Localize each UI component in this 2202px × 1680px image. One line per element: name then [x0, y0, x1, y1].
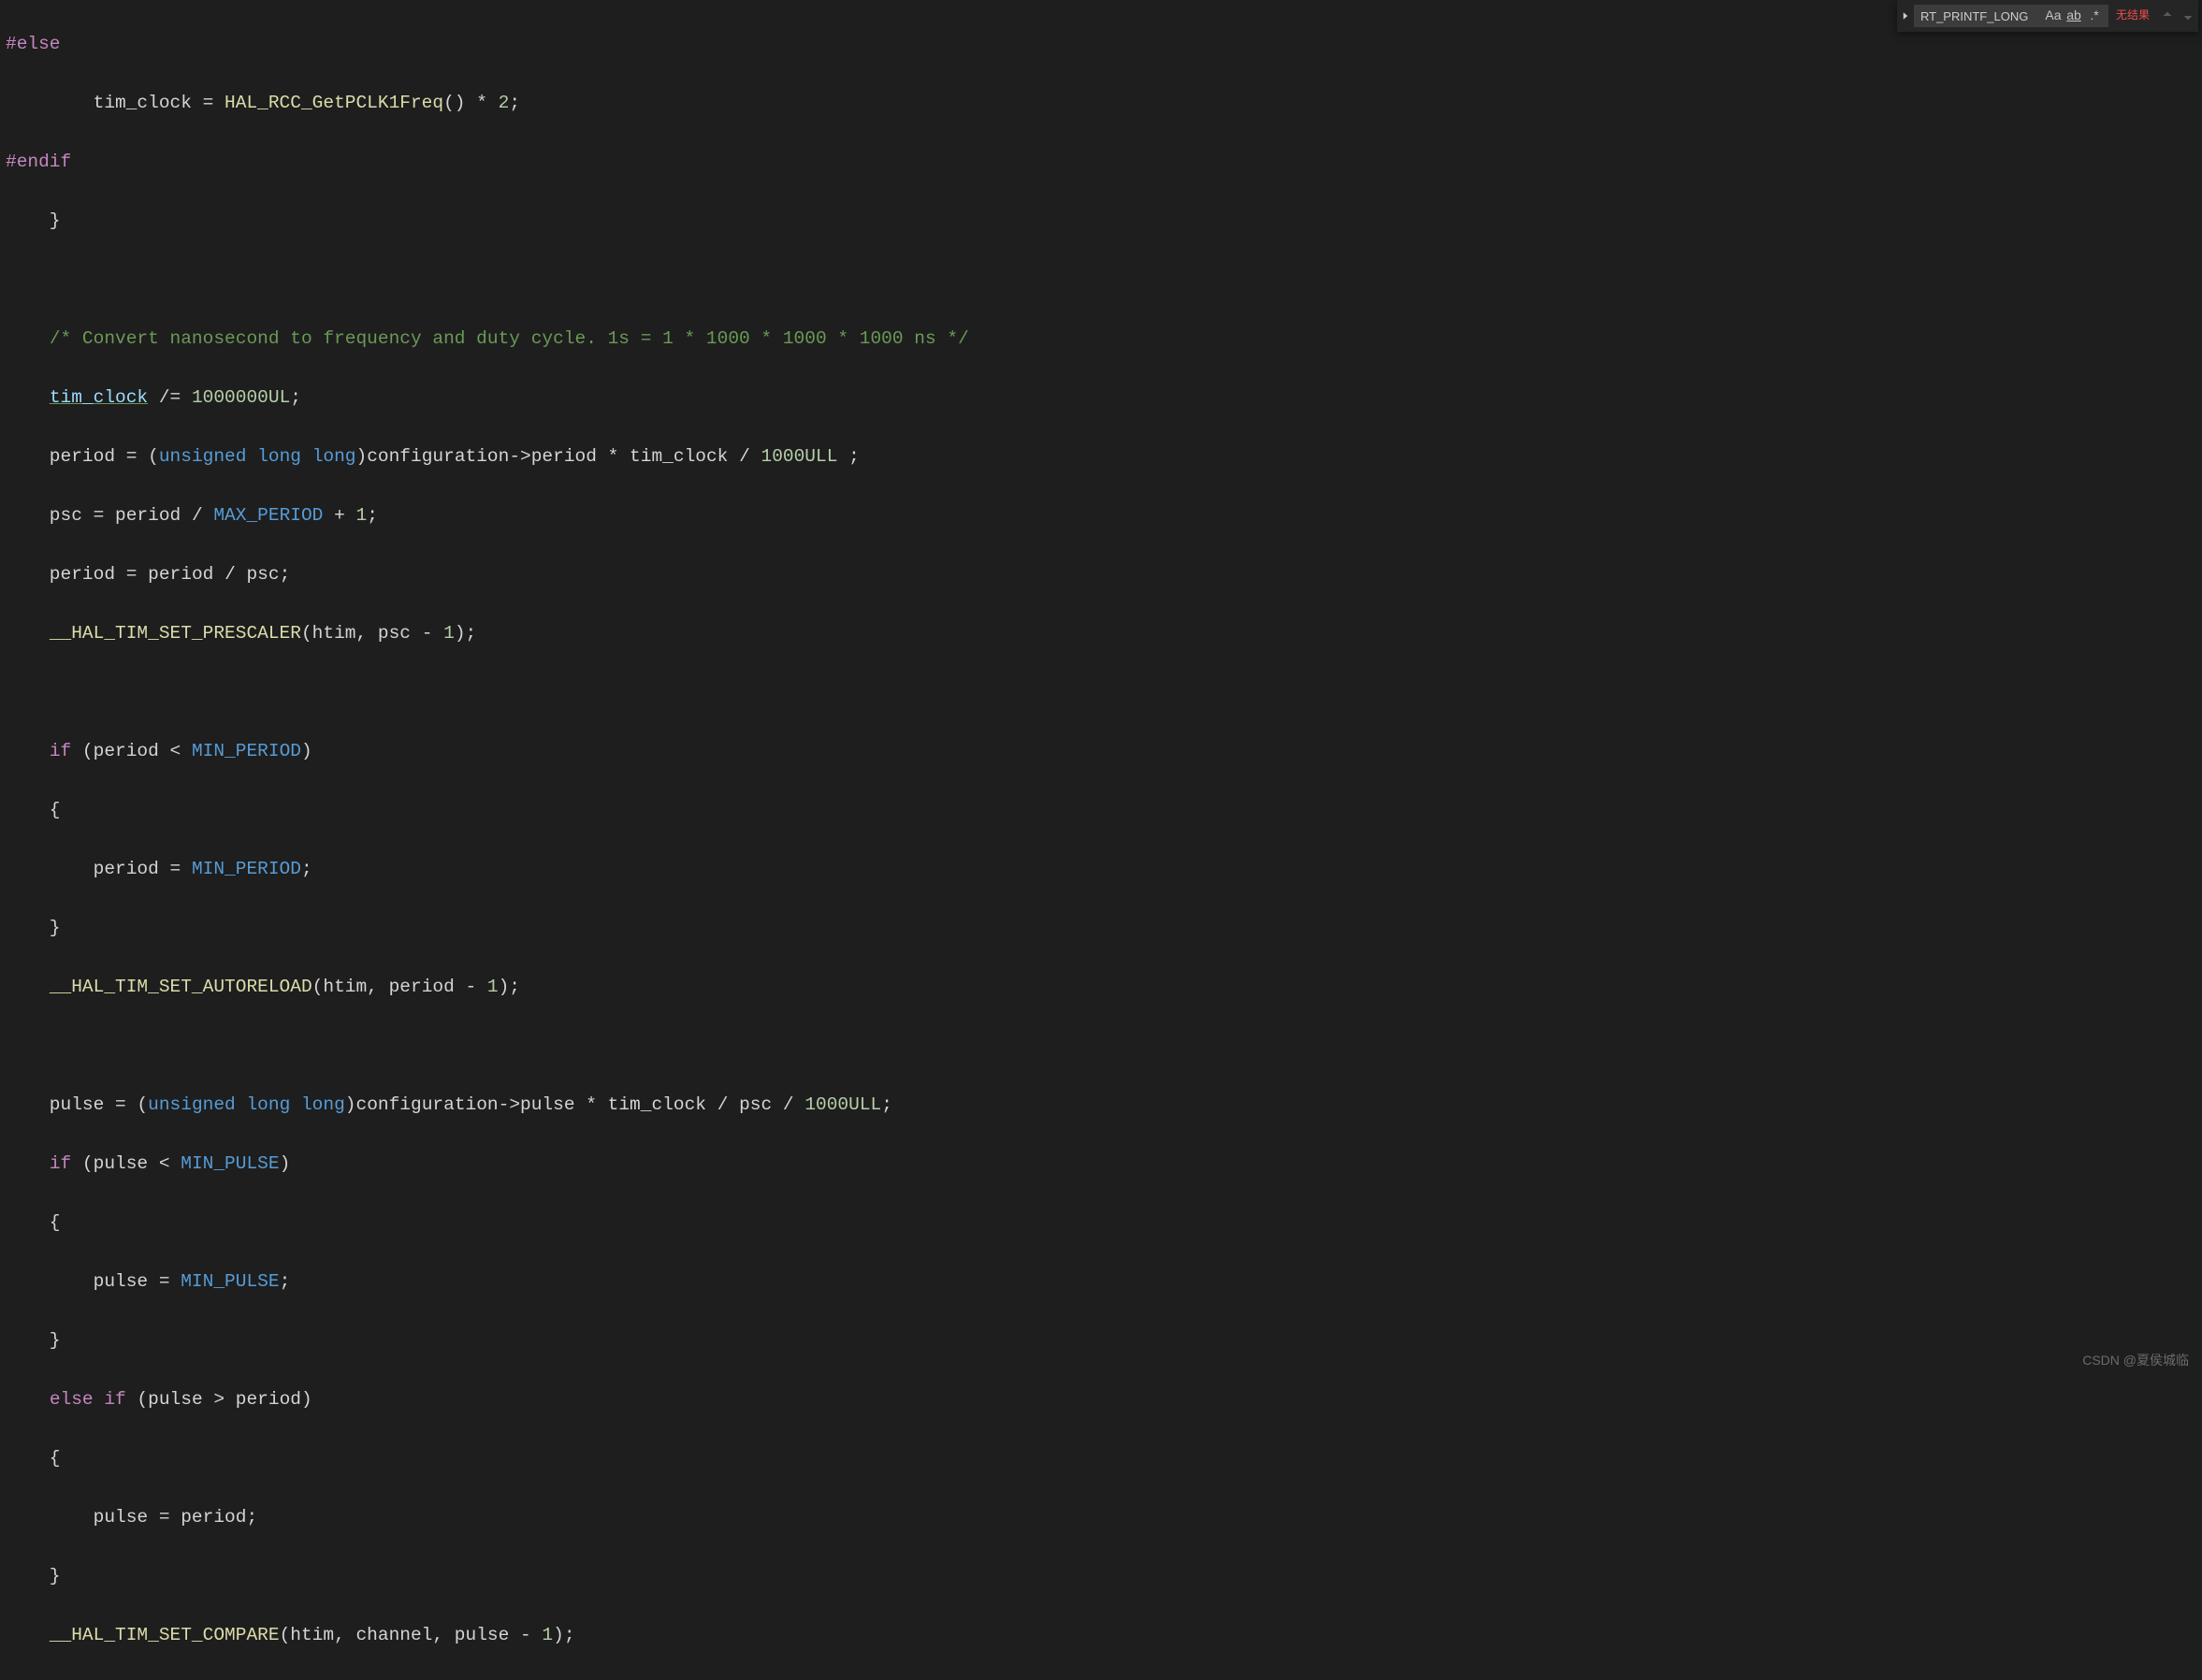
- watermark: CSDN @夏侯城临: [2082, 1346, 2189, 1376]
- token-macro: MAX_PERIOD: [213, 505, 323, 526]
- code-line: __HAL_TIM_SET_PRESCALER(htim, psc - 1);: [6, 619, 2202, 649]
- token-macro: MIN_PERIOD: [192, 859, 301, 879]
- code-line: if (pulse < MIN_PULSE): [6, 1150, 2202, 1180]
- code-line: period = MIN_PERIOD;: [6, 855, 2202, 885]
- code-line: [6, 1032, 2202, 1062]
- find-prev-button[interactable]: [2157, 6, 2178, 26]
- find-whole-word-button[interactable]: ab: [2064, 7, 2083, 25]
- code-line: period = period / psc;: [6, 560, 2202, 590]
- code-line: pulse = (unsigned long long)configuratio…: [6, 1091, 2202, 1121]
- token-number: 1000000UL: [192, 387, 290, 408]
- token-keyword: if: [50, 1153, 71, 1174]
- token-function: HAL_RCC_GetPCLK1Freq: [225, 93, 443, 113]
- code-line: [6, 678, 2202, 708]
- code-line: }: [6, 207, 2202, 237]
- arrow-up-icon: [2161, 9, 2174, 22]
- code-line: }: [6, 1326, 2202, 1356]
- token-keyword: unsigned: [159, 446, 247, 467]
- code-line: {: [6, 1444, 2202, 1474]
- token-macro: MIN_PERIOD: [192, 741, 301, 761]
- find-widget: Aa ab .* 无结果: [1897, 0, 2198, 32]
- code-line: tim_clock = HAL_RCC_GetPCLK1Freq() * 2;: [6, 89, 2202, 119]
- find-toggle-replace[interactable]: [1897, 0, 1914, 32]
- token-function: __HAL_TIM_SET_COMPARE: [50, 1625, 280, 1645]
- code-line: pulse = period;: [6, 1503, 2202, 1533]
- chevron-right-icon: [1900, 10, 1911, 22]
- code-line: else if (pulse > period): [6, 1385, 2202, 1415]
- token-macro: MIN_PULSE: [181, 1153, 279, 1174]
- code-line: tim_clock /= 1000000UL;: [6, 384, 2202, 413]
- code-line: }: [6, 914, 2202, 944]
- find-result-count: 无结果: [2116, 1, 2150, 31]
- code-line: __HAL_TIM_SET_AUTORELOAD(htim, period - …: [6, 973, 2202, 1003]
- code-line: /* Convert nanosecond to frequency and d…: [6, 325, 2202, 355]
- token-function: __HAL_TIM_SET_AUTORELOAD: [50, 977, 312, 997]
- code-line: pulse = MIN_PULSE;: [6, 1267, 2202, 1297]
- code-editor[interactable]: #else tim_clock = HAL_RCC_GetPCLK1Freq()…: [0, 0, 2202, 1680]
- token-variable: tim_clock: [50, 387, 148, 408]
- code-line: }: [6, 1562, 2202, 1592]
- token-number: 1000ULL: [804, 1094, 881, 1115]
- token-macro: MIN_PULSE: [181, 1271, 279, 1292]
- token-preproc: #else: [6, 34, 61, 54]
- token-preproc: #endif: [6, 152, 71, 172]
- code-line: __HAL_TIM_SET_COMPARE(htim, channel, pul…: [6, 1621, 2202, 1651]
- code-line: psc = period / MAX_PERIOD + 1;: [6, 501, 2202, 531]
- code-line: if (period < MIN_PERIOD): [6, 737, 2202, 767]
- find-match-case-button[interactable]: Aa: [2044, 7, 2063, 25]
- arrow-down-icon: [2181, 9, 2195, 22]
- code-line: period = (unsigned long long)configurati…: [6, 442, 2202, 472]
- token-number: 1000ULL: [761, 446, 838, 467]
- code-line: #else: [6, 30, 2202, 60]
- token-comment: /* Convert nanosecond to frequency and d…: [50, 328, 969, 349]
- code-line: [6, 266, 2202, 296]
- code-line: {: [6, 796, 2202, 826]
- find-next-button[interactable]: [2178, 6, 2198, 26]
- token-number: 2: [499, 93, 510, 113]
- token-function: __HAL_TIM_SET_PRESCALER: [50, 623, 301, 644]
- code-line: #endif: [6, 148, 2202, 178]
- find-input[interactable]: [1920, 9, 2042, 23]
- code-line: {: [6, 1209, 2202, 1238]
- find-regex-button[interactable]: .*: [2085, 7, 2104, 25]
- find-input-container: Aa ab .*: [1914, 5, 2108, 27]
- token-keyword: if: [50, 741, 71, 761]
- token-keyword: else: [50, 1389, 94, 1410]
